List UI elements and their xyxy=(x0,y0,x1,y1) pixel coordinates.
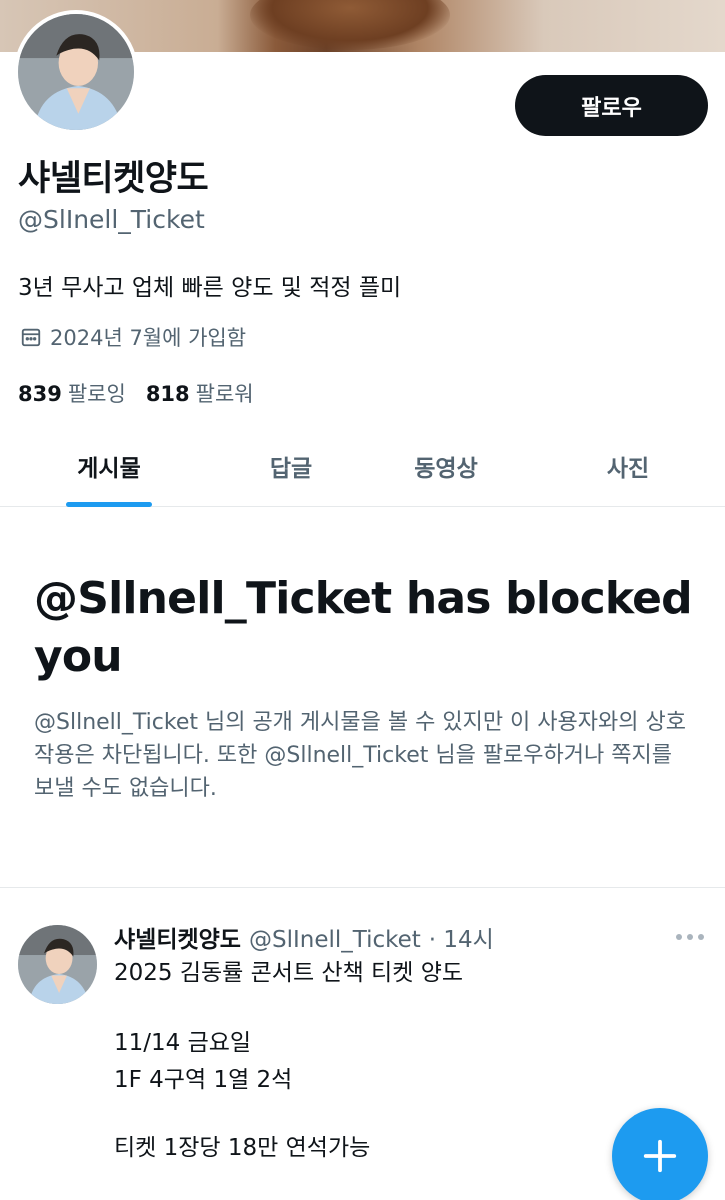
tweet-text-line: 티켓 1장당 18만 연석가능 xyxy=(114,1135,371,1161)
profile-tabs: 게시물 답글 동영상 사진 xyxy=(0,425,725,507)
tweet-text-line: 1F 4구역 1열 2석 xyxy=(114,1067,293,1093)
tweet-author-handle[interactable]: @SlInell_Ticket xyxy=(249,927,421,953)
calendar-icon xyxy=(20,326,42,348)
follow-counts: 839 팔로잉 818 팔로워 xyxy=(18,378,254,408)
following-count: 839 xyxy=(18,382,62,406)
avatar-image xyxy=(18,14,134,130)
tweet-text-line: 11/14 금요일 xyxy=(114,1030,252,1056)
tweet-header: 샤넬티켓양도 @SlInell_Ticket · 14시 xyxy=(114,920,494,954)
divider xyxy=(0,887,725,888)
tab-videos[interactable]: 동영상 xyxy=(355,425,537,507)
profile-avatar[interactable] xyxy=(14,10,138,134)
plus-icon xyxy=(643,1139,677,1173)
profile-bio: 3년 무사고 업체 빠른 양도 및 적정 플미 xyxy=(18,275,402,301)
join-date-text: 2024년 7월에 가입함 xyxy=(50,326,247,350)
followers-label: 팔로워 xyxy=(195,382,254,406)
tweet-timestamp[interactable]: · 14시 xyxy=(429,920,494,954)
tweet-text-line: 2025 김동률 콘서트 산책 티켓 양도 xyxy=(114,960,464,986)
followers-count: 818 xyxy=(145,382,190,406)
banner-image xyxy=(250,0,450,50)
followers-link[interactable]: 818 팔로워 xyxy=(146,378,254,408)
blocked-description: @Sllnell_Ticket 님의 공개 게시물을 볼 수 있지만 이 사용자… xyxy=(34,710,686,801)
following-label: 팔로잉 xyxy=(67,382,126,406)
compose-button[interactable] xyxy=(612,1108,708,1200)
tweet-avatar-image xyxy=(18,925,97,1004)
tab-photos[interactable]: 사진 xyxy=(537,425,719,507)
following-link[interactable]: 839 팔로잉 xyxy=(18,378,126,408)
join-date: 2024년 7월에 가입함 xyxy=(20,322,246,352)
tweet-avatar[interactable] xyxy=(18,925,97,1004)
follow-button[interactable]: 팔로우 xyxy=(515,75,708,136)
active-tab-indicator xyxy=(66,502,152,507)
more-icon[interactable] xyxy=(676,928,706,946)
tweet-author-name[interactable]: 샤넬티켓양도 xyxy=(114,920,241,954)
profile-handle: @SlInell_Ticket xyxy=(18,205,205,234)
blocked-title: @Sllnell_Ticket has blocked you xyxy=(34,573,693,682)
tab-posts[interactable]: 게시물 xyxy=(18,425,200,507)
profile-display-name: 샤넬티켓양도 xyxy=(18,159,209,199)
